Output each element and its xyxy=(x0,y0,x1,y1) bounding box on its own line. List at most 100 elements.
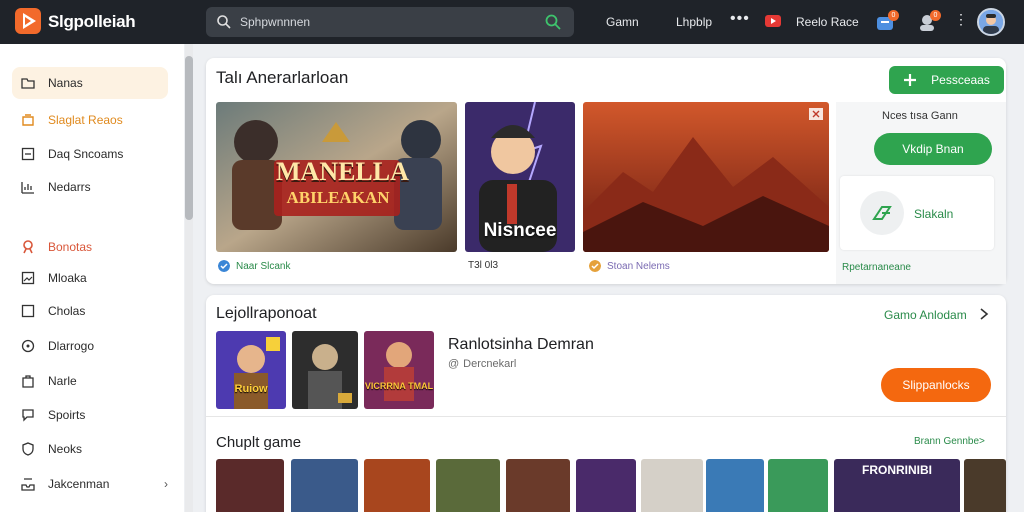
recommended-tile-1-logo: Ruiow xyxy=(234,383,268,395)
sidebar-item-label: Narle xyxy=(48,374,77,388)
sidebar-item-sports[interactable]: Spoirts xyxy=(12,399,168,431)
popular-tile[interactable] xyxy=(364,459,430,512)
chat-icon xyxy=(22,409,34,422)
sidebar-item-label: Nanas xyxy=(48,76,83,90)
chevron-right-icon[interactable]: › xyxy=(164,477,168,491)
sidebar-item-label: Mloaka xyxy=(48,271,87,285)
user-avatar[interactable] xyxy=(977,8,1005,36)
featured-tile-1[interactable]: MANELLA ABILEAKAN xyxy=(216,102,457,252)
featured-side-footer[interactable]: Rpetarnaneane xyxy=(842,262,911,273)
popular-tile[interactable] xyxy=(216,459,284,512)
recommended-item-meta: @ Dercnekarl xyxy=(448,358,516,370)
sidebar-item-classes[interactable]: Cholas xyxy=(12,295,168,327)
popular-tile[interactable] xyxy=(641,459,703,512)
search-input[interactable]: Sphpwnnnen xyxy=(240,15,310,29)
section-divider xyxy=(206,416,1006,417)
sidebar-item-market[interactable]: Narle xyxy=(12,365,168,397)
sidebar-item-downloads[interactable]: Daq Sncoams xyxy=(12,138,168,170)
featured-side-heading: Nces tısa Gann xyxy=(882,110,958,122)
nav-link-library[interactable]: Lhpblp xyxy=(676,15,712,29)
featured-tile-3-caption[interactable]: Stoan Nelems xyxy=(589,260,670,272)
app-logo-icon[interactable] xyxy=(14,7,42,35)
sidebar-item-section-header[interactable]: Bonotas xyxy=(12,231,168,263)
nav-link-promo[interactable]: Reelo Race xyxy=(796,15,859,29)
popular-tile-logo: FRONRINIBI xyxy=(862,463,932,477)
featured-tile-1-caption[interactable]: Naar Slcank xyxy=(218,260,290,272)
kebab-menu-icon[interactable]: ⋮ xyxy=(954,11,969,28)
popular-tile[interactable] xyxy=(964,459,1006,512)
recommended-tile-3[interactable]: VICRRNA TMAL xyxy=(364,331,434,409)
featured-tile-2-caption[interactable]: T3l 0l3 xyxy=(468,260,498,271)
bag-icon xyxy=(22,375,34,388)
popular-tile[interactable] xyxy=(706,459,764,512)
sidebar-item-stats[interactable]: Nedarrs xyxy=(12,171,168,203)
featured-tile-3-art xyxy=(583,102,829,252)
featured-side-button[interactable]: Vkdip Bnan xyxy=(874,133,992,165)
sidebar-item-discover[interactable]: Dlarrogo xyxy=(12,330,168,362)
popular-tile[interactable] xyxy=(506,459,570,512)
sidebar-item-label: Jakcenman xyxy=(48,477,110,491)
recommended-tile-2[interactable] xyxy=(292,331,358,409)
popular-see-all-link[interactable]: Brann Gennbe> xyxy=(914,436,985,447)
recommended-tile-1[interactable]: Ruiow xyxy=(216,331,286,409)
search-bar[interactable]: Sphpwnnnen xyxy=(206,7,574,37)
person-icon xyxy=(23,240,33,254)
sidebar-item-label: Daq Sncoams xyxy=(48,147,124,161)
tile-close-icon[interactable] xyxy=(809,108,823,120)
target-icon xyxy=(21,339,35,353)
sidebar-item-saved[interactable]: Slaglat Reaos xyxy=(12,104,168,136)
square-icon xyxy=(21,304,35,318)
featured-tile-1-logo-line2: ABILEAKAN xyxy=(286,188,390,207)
sidebar-item-media[interactable]: Mloaka xyxy=(12,262,168,294)
youtube-icon[interactable] xyxy=(764,12,782,30)
search-go-icon[interactable] xyxy=(544,13,562,31)
recommended-tile-1-art xyxy=(216,331,286,409)
caption-text: Naar Slcank xyxy=(236,260,291,272)
recommended-title: Lejollraponoat xyxy=(216,305,317,322)
popular-tile[interactable] xyxy=(576,459,636,512)
featured-title: Talı Anerarlarloan xyxy=(216,68,349,87)
recommended-tile-2-art xyxy=(292,331,358,409)
image-icon xyxy=(21,271,35,285)
featured-tile-2-logo: Nisncee xyxy=(483,220,557,241)
sidebar: Nanas Slaglat Reaos Daq Sncoams Nedarrs … xyxy=(0,44,184,512)
popular-tile[interactable] xyxy=(291,459,358,512)
sidebar-item-label: Dlarrogo xyxy=(48,339,95,353)
leaf-icon xyxy=(872,206,892,220)
popular-title: Chuplt game xyxy=(216,434,302,451)
recommended-see-all-link[interactable]: Gamo Anlodam xyxy=(884,308,967,322)
featured-tile-3[interactable] xyxy=(583,102,829,252)
verified-icon xyxy=(218,260,230,272)
featured-panel: Talı Anerarlarloan Pessceaas MANELLA ABI… xyxy=(206,58,1006,284)
chart-icon xyxy=(21,182,34,194)
sidebar-item-home[interactable]: Nanas xyxy=(12,67,168,99)
recommended-action-button[interactable]: Slippanlocks xyxy=(881,368,991,402)
recommended-tile-3-art xyxy=(364,331,434,409)
nav-link-games[interactable]: Gamn xyxy=(606,15,639,29)
shield-icon xyxy=(22,442,34,456)
sidebar-item-news[interactable]: Neoks xyxy=(12,433,168,465)
brand-name[interactable]: Slgpolleiah xyxy=(48,12,136,32)
popular-tile[interactable] xyxy=(436,459,500,512)
chevron-right-icon[interactable] xyxy=(978,307,990,321)
sidebar-item-label: Cholas xyxy=(48,304,86,318)
search-icon xyxy=(217,15,231,29)
featured-side-card-label: Slakaln xyxy=(914,207,954,221)
avatar-image xyxy=(979,10,1003,34)
featured-tile-2[interactable]: Nisncee xyxy=(465,102,575,252)
coin-icon xyxy=(589,260,601,272)
sidebar-item-more[interactable]: Jakcenman › xyxy=(12,468,168,500)
square-icon xyxy=(21,147,35,161)
recommended-item-title[interactable]: Ranlotsinha Demran xyxy=(448,336,594,354)
popular-tile-wide[interactable]: FRONRINIBI xyxy=(834,459,960,512)
sidebar-item-label: Slaglat Reaos xyxy=(48,113,123,127)
popular-tile[interactable] xyxy=(768,459,828,512)
featured-action-button[interactable]: Pessceaas xyxy=(889,66,1004,94)
folder-icon xyxy=(21,78,35,89)
featured-side-card[interactable]: Slakaln xyxy=(840,176,994,250)
sidebar-scrollbar[interactable] xyxy=(185,56,193,220)
more-menu-icon[interactable]: ••• xyxy=(730,10,750,28)
sidebar-item-label: Spoirts xyxy=(48,408,86,422)
gamepad-icon xyxy=(904,74,917,86)
meta-text: Dercnekarl xyxy=(463,358,517,370)
